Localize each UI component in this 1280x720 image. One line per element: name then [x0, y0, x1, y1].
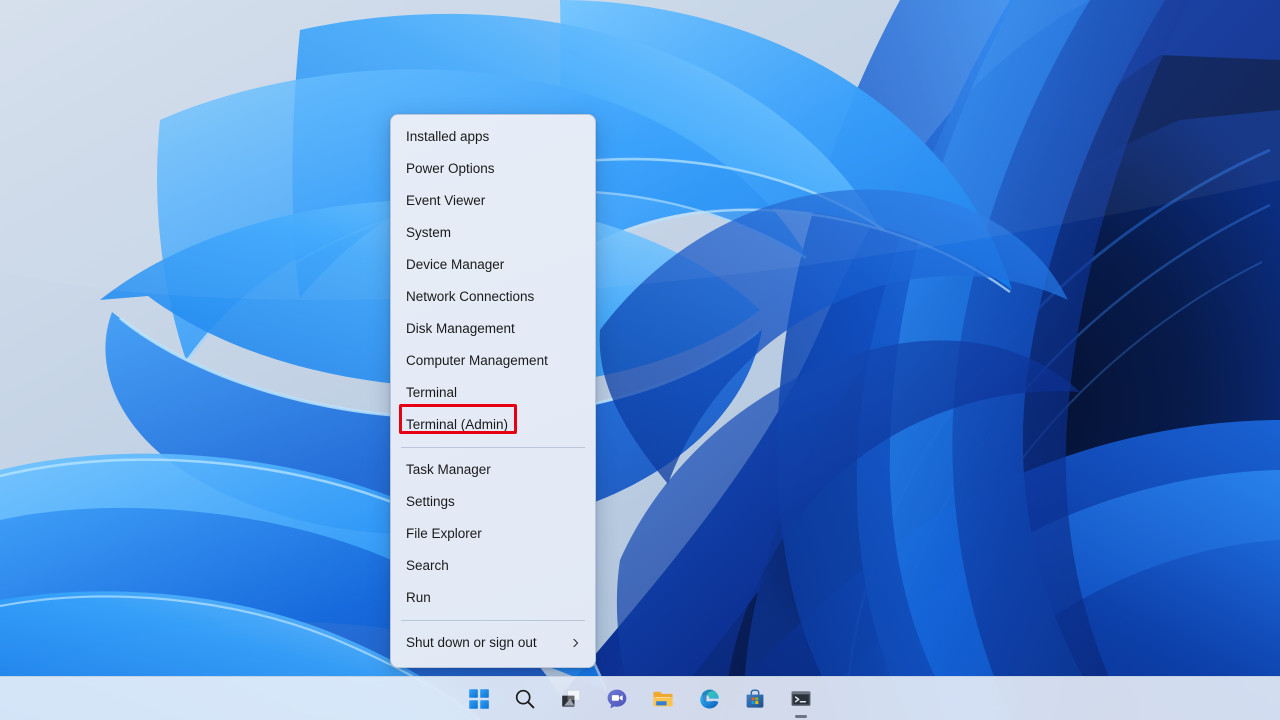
menu-item-label: Shut down or sign out — [406, 635, 537, 651]
separator-2 — [401, 620, 585, 621]
menu-item-label: Terminal (Admin) — [406, 417, 509, 433]
menu-item-disk-management[interactable]: Disk Management — [391, 313, 595, 345]
menu-item-file-explorer[interactable]: File Explorer — [391, 518, 595, 550]
chevron-right-icon — [571, 638, 581, 648]
windows-logo-icon — [467, 687, 491, 711]
edge-icon — [697, 687, 721, 711]
wallpaper — [0, 0, 1280, 720]
menu-item-run[interactable]: Run — [391, 582, 595, 614]
winx-context-menu[interactable]: Installed apps Power Options Event Viewer S… — [390, 114, 596, 668]
menu-item-label: Power Options — [406, 161, 495, 177]
menu-item-settings[interactable]: Settings — [391, 486, 595, 518]
menu-item-network-connections[interactable]: Network Connections — [391, 281, 595, 313]
chat-button[interactable] — [595, 679, 639, 719]
file-explorer-button[interactable] — [641, 679, 685, 719]
menu-item-desktop[interactable]: Desktop — [391, 659, 595, 667]
search-button[interactable] — [503, 679, 547, 719]
separator-1 — [401, 447, 585, 448]
menu-item-label: Computer Management — [406, 353, 548, 369]
store-icon — [743, 687, 767, 711]
menu-item-label: Search — [406, 558, 449, 574]
taskbar-button-group — [457, 677, 823, 720]
menu-item-label: Settings — [406, 494, 455, 510]
edge-button[interactable] — [687, 679, 731, 719]
menu-item-terminal[interactable]: Terminal — [391, 377, 595, 409]
desktop[interactable]: Installed apps Power Options Event Viewer S… — [0, 0, 1280, 720]
taskbar-active-indicator — [795, 714, 807, 718]
menu-item-power-options[interactable]: Power Options — [391, 153, 595, 185]
menu-item-label: Event Viewer — [406, 193, 486, 209]
menu-item-label: Device Manager — [406, 257, 505, 273]
menu-item-system[interactable]: System — [391, 217, 595, 249]
menu-item-label: Installed apps — [406, 129, 490, 145]
teams-chat-icon — [605, 687, 629, 711]
terminal-icon — [789, 687, 813, 711]
menu-item-label: System — [406, 225, 452, 241]
menu-item-label: Disk Management — [406, 321, 515, 337]
menu-item-search[interactable]: Search — [391, 550, 595, 582]
menu-item-label: Terminal — [406, 385, 458, 401]
menu-item-device-manager[interactable]: Device Manager — [391, 249, 595, 281]
menu-item-task-manager[interactable]: Task Manager — [391, 454, 595, 486]
folder-icon — [651, 687, 675, 711]
menu-item-label: File Explorer — [406, 526, 482, 542]
menu-item-terminal-admin[interactable]: Terminal (Admin) — [391, 409, 595, 441]
menu-item-installed-apps[interactable]: Installed apps — [391, 121, 595, 153]
start-button[interactable] — [457, 679, 501, 719]
menu-item-computer-management[interactable]: Computer Management — [391, 345, 595, 377]
menu-item-label: Network Connections — [406, 289, 535, 305]
menu-item-label: Run — [406, 590, 431, 606]
task-view-icon — [559, 687, 583, 711]
menu-item-shut-down-or-sign-out[interactable]: Shut down or sign out — [391, 627, 595, 659]
terminal-button[interactable] — [779, 679, 823, 719]
search-icon — [513, 687, 537, 711]
task-view-button[interactable] — [549, 679, 593, 719]
menu-item-event-viewer[interactable]: Event Viewer — [391, 185, 595, 217]
taskbar[interactable] — [0, 676, 1280, 720]
menu-item-label: Task Manager — [406, 462, 491, 478]
store-button[interactable] — [733, 679, 777, 719]
